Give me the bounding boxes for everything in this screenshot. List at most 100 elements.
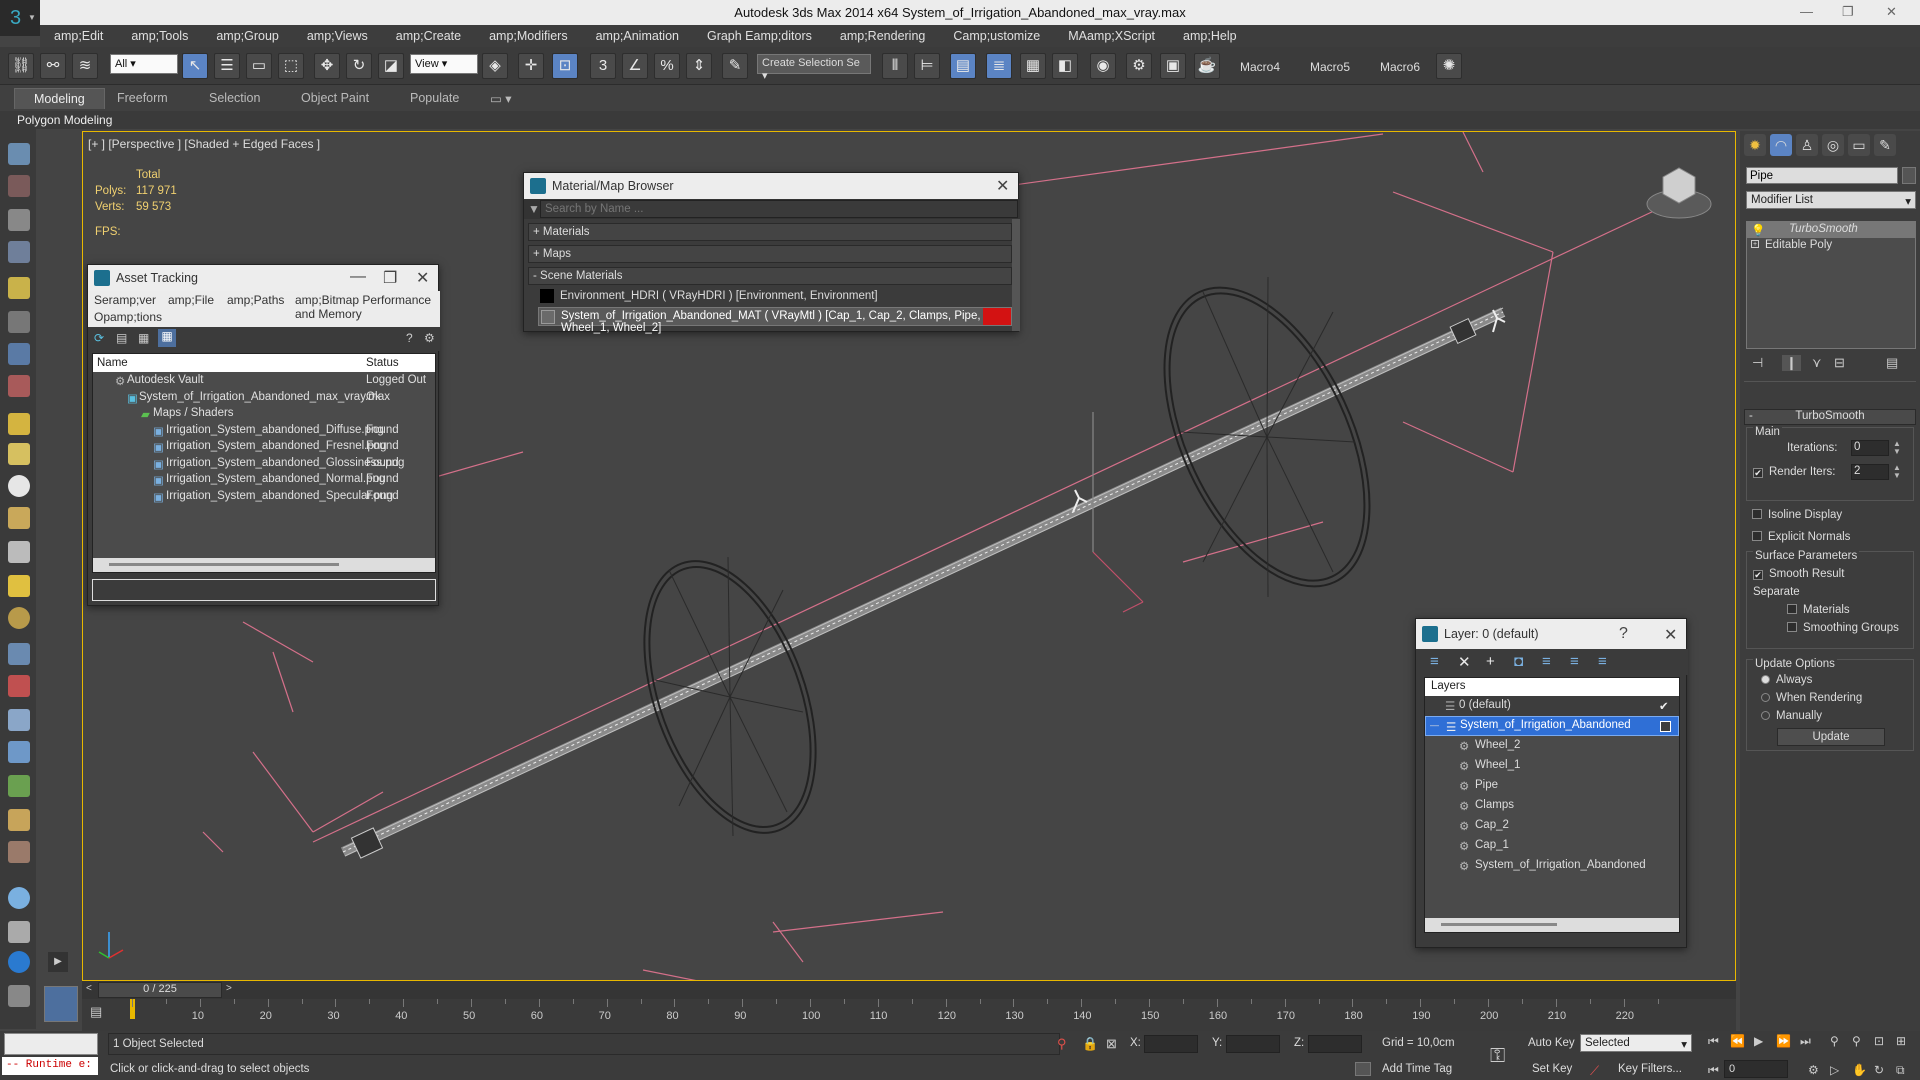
collapse-icon[interactable]: — [1430,720,1439,730]
next-frame-icon[interactable]: ⏩ [1776,1034,1791,1048]
percent-snap-icon[interactable]: % [654,53,680,79]
menu-customize[interactable]: Camp;ustomize [939,25,1054,47]
mini-curve-editor-toggle[interactable] [44,986,78,1022]
globe-icon[interactable] [8,741,30,763]
new-layer-icon[interactable]: ≡ [1430,653,1439,670]
selection-lock-icon[interactable]: 🔒 [1082,1036,1098,1052]
material-item-selected[interactable]: System_of_Irrigation_Abandoned_MAT ( VRa… [538,307,1012,334]
space-warp-icon[interactable] [8,375,30,397]
maxscript-listener[interactable] [4,1033,98,1055]
scrollbar-thumb[interactable] [109,563,339,566]
object-name-input[interactable] [1746,167,1898,184]
horizontal-scrollbar[interactable] [1425,918,1679,932]
select-manipulate-icon[interactable]: ✛ [518,53,544,79]
play-tab-icon[interactable]: ▶ [48,952,68,972]
explicit-normals-checkbox[interactable]: Explicit Normals [1752,531,1850,543]
utilities-tab-icon[interactable]: ✎ [1874,134,1896,156]
table-row[interactable]: ▣ Irrigation_System_abandoned_Normal.png F… [93,471,435,488]
list-icon[interactable] [8,209,30,231]
y-coord-input[interactable] [1226,1035,1280,1053]
script-icon[interactable] [8,921,30,943]
materials-checkbox[interactable]: Materials [1787,604,1850,616]
menu-graph-editors[interactable]: Graph Eamp;ditors [693,25,826,47]
geo-sphere-icon[interactable] [8,475,30,497]
menu-paths[interactable]: amp;Paths [227,293,284,307]
key-selection-dropdown[interactable]: Selected ▾ [1580,1034,1692,1052]
menu-edit[interactable]: amp;Edit [40,25,117,47]
stack-item-editable-poly[interactable]: + Editable Poly [1747,238,1915,254]
expand-icon[interactable]: + [1751,240,1759,248]
go-to-start-icon[interactable]: ⏮ [1708,1034,1719,1049]
table-row[interactable]: ▰ Maps / Shaders [93,405,435,422]
help-icon[interactable]: ? [1619,625,1628,643]
scene-materials-group[interactable]: - Scene Materials [528,267,1012,285]
when-rendering-radio[interactable]: When Rendering [1761,692,1862,704]
vertical-scrollbar[interactable] [1012,219,1020,331]
hair-icon[interactable] [8,809,30,831]
macro4-button[interactable]: Macro4 [1240,60,1280,74]
filter-icon[interactable]: ▼ [528,202,540,216]
curve-editor-icon[interactable]: ◧ [1052,53,1078,79]
shading-icon[interactable] [8,887,30,909]
object-item[interactable]: ⚙ Pipe [1425,776,1679,796]
always-radio[interactable]: Always [1761,674,1812,686]
menu-server[interactable]: Seramp;ver [94,293,156,307]
macro6-button[interactable]: Macro6 [1380,60,1420,74]
object-item[interactable]: ⚙ Wheel_1 [1425,756,1679,776]
render-iters-spinner[interactable]: 2 [1851,464,1889,480]
asset-path-field[interactable] [92,579,436,601]
minimize-icon[interactable]: — [1800,4,1813,19]
teapot-icon[interactable]: ✺ [1436,53,1462,79]
smooth-result-checkbox[interactable]: ✔ Smooth Result [1753,568,1844,580]
bone-icon[interactable] [8,709,30,731]
time-tag-icon[interactable] [1355,1062,1371,1076]
table-row[interactable]: ▣ System_of_Irrigation_Abandoned_max_vray… [93,389,435,406]
table-row[interactable]: ▣ Irrigation_System_abandoned_Diffuse.png… [93,422,435,439]
ribbon-options-icon[interactable]: ▭ ▾ [490,91,512,106]
physics-icon[interactable] [8,675,30,697]
sphere-icon[interactable] [8,443,30,465]
object-item[interactable]: ⚙ Cap_1 [1425,836,1679,856]
render-icon[interactable] [8,175,30,197]
select-in-layer-icon[interactable]: ◘ [1514,653,1523,670]
scrollbar-thumb[interactable] [1441,923,1557,926]
layer-dialog-titlebar[interactable]: Layer: 0 (default) ? ✕ [1416,619,1686,649]
materials-group[interactable]: + Materials [528,223,1012,241]
grid-icon[interactable] [8,241,30,263]
cylinder-icon[interactable] [8,507,30,529]
bind-space-warp-icon[interactable]: ≋ [72,53,98,79]
spinner-snap-icon[interactable]: ⇕ [686,53,712,79]
menu-group[interactable]: amp;Group [202,25,293,47]
delete-layer-icon[interactable]: ✕ [1458,653,1471,671]
zoom-all-icon[interactable]: ⚲ [1852,1034,1861,1048]
remove-modifier-icon[interactable]: ⊟ [1834,355,1845,371]
create-tab-icon[interactable]: ✹ [1744,134,1766,156]
tab-modeling[interactable]: Modeling [14,88,105,109]
spinner-arrows-icon[interactable]: ▲ ▼ [1893,440,1901,456]
menu-maxscript[interactable]: MAamp;XScript [1054,25,1169,47]
tab-object-paint[interactable]: Object Paint [301,91,369,105]
link-icon[interactable]: ⛓ [8,53,34,79]
add-time-tag[interactable]: Add Time Tag [1382,1063,1452,1075]
key-filters-button[interactable]: Key Filters... [1618,1063,1682,1075]
zoom-extents-icon[interactable]: ⊡ [1874,1034,1884,1048]
display-tab-icon[interactable]: ▭ [1848,134,1870,156]
modify-tab-icon[interactable]: ◠ [1770,134,1792,156]
graphite-modeling-icon[interactable]: ▦ [1020,53,1046,79]
freeze-all-icon[interactable]: ≡ [1598,653,1607,670]
close-icon[interactable]: ✕ [1664,625,1677,645]
update-button[interactable]: Update [1777,728,1885,746]
table-row[interactable]: ⚙ Autodesk Vault Logged Out ... [93,372,435,398]
align-icon[interactable]: ⊨ [914,53,940,79]
cone-icon[interactable] [8,541,30,563]
angle-snap-icon[interactable]: ∠ [622,53,648,79]
iterations-spinner[interactable]: 0 [1851,440,1889,456]
col-name[interactable]: Name [97,357,128,369]
tab-freeform[interactable]: Freeform [117,91,168,105]
horizontal-scrollbar[interactable] [93,558,435,572]
maps-group[interactable]: + Maps [528,245,1012,263]
box-icon[interactable] [8,413,30,435]
scene-explorer-icon[interactable]: ▤ [950,53,976,79]
menu-tools[interactable]: amp;Tools [117,25,202,47]
bulb-icon[interactable] [8,277,30,299]
